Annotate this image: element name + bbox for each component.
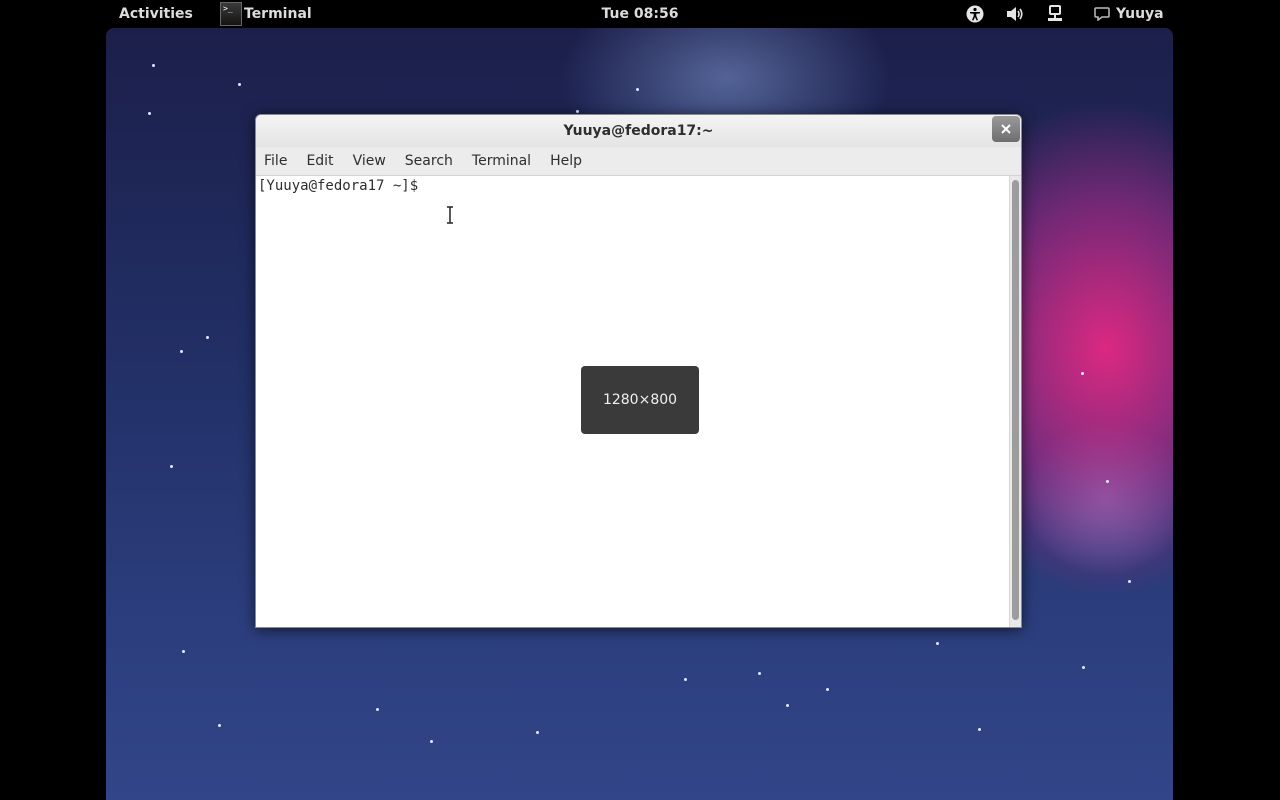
app-menu-button[interactable]: Terminal (220, 0, 312, 28)
network-icon[interactable] (1046, 0, 1064, 28)
star (238, 83, 241, 86)
top-bar: Activities Terminal Tue 08:56 (0, 0, 1280, 28)
user-menu-button[interactable]: Yuuya (1094, 0, 1164, 28)
star (576, 110, 579, 113)
star (376, 708, 379, 711)
clock-button[interactable]: Tue 08:56 (602, 6, 679, 22)
accessibility-icon[interactable] (966, 0, 984, 28)
scrollbar-thumb[interactable] (1012, 180, 1019, 620)
size-label: 1280×800 (602, 392, 678, 408)
star (636, 88, 639, 91)
star (218, 724, 221, 727)
star (758, 672, 761, 675)
close-icon (1001, 124, 1011, 134)
star (148, 112, 151, 115)
star (936, 642, 939, 645)
star (1081, 372, 1084, 375)
app-name-label: Terminal (244, 6, 312, 22)
star (152, 64, 155, 67)
window-titlebar[interactable]: Yuuya@fedora17:~ (256, 115, 1021, 147)
window-title: Yuuya@fedora17:~ (563, 123, 714, 139)
window-size-indicator: 1280×800 (581, 366, 699, 434)
menu-terminal[interactable]: Terminal (472, 153, 531, 169)
star (1106, 480, 1109, 483)
system-tray (966, 0, 1064, 28)
star (786, 704, 789, 707)
volume-icon[interactable] (1006, 0, 1024, 28)
star (1128, 580, 1131, 583)
star (170, 465, 173, 468)
star (1082, 666, 1085, 669)
menu-view[interactable]: View (353, 153, 386, 169)
close-button[interactable] (992, 116, 1020, 142)
star (978, 728, 981, 731)
menu-search[interactable]: Search (405, 153, 453, 169)
terminal-app-icon (220, 0, 242, 26)
activities-button[interactable]: Activities (119, 0, 193, 28)
star (684, 678, 687, 681)
menu-help[interactable]: Help (550, 153, 582, 169)
star (826, 688, 829, 691)
user-name-label: Yuuya (1116, 6, 1164, 22)
screen: Activities Terminal Tue 08:56 (0, 0, 1280, 800)
shell-prompt: [Yuuya@fedora17 ~]$ (258, 178, 419, 194)
menu-edit[interactable]: Edit (306, 153, 333, 169)
chat-icon (1094, 7, 1110, 21)
star (180, 350, 183, 353)
star (430, 740, 433, 743)
star (206, 336, 209, 339)
menu-file[interactable]: File (264, 153, 287, 169)
menu-bar: File Edit View Search Terminal Help (256, 147, 1021, 176)
text-cursor-icon (447, 206, 453, 224)
star (536, 731, 539, 734)
star (182, 650, 185, 653)
scrollbar[interactable] (1009, 176, 1021, 627)
